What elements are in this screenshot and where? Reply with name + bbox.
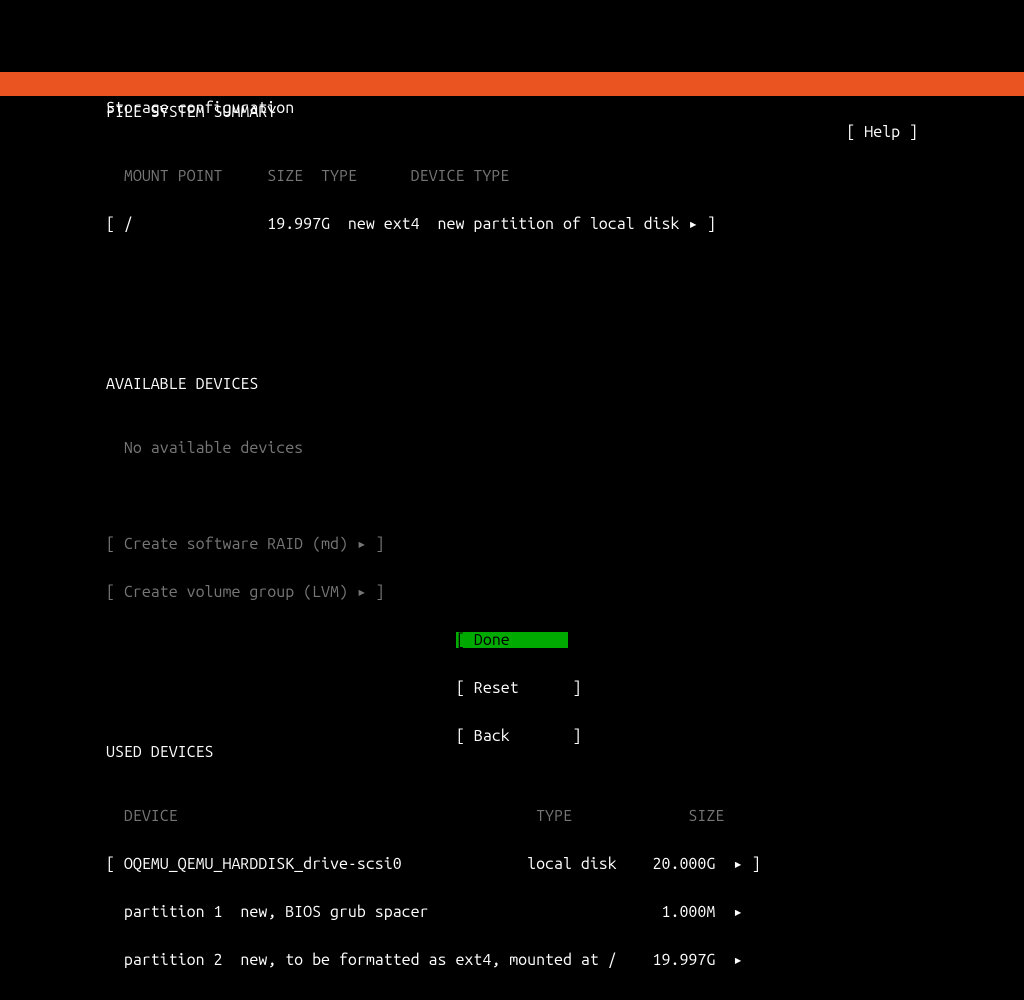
- used-header-row: DEVICE TYPE SIZE: [106, 808, 918, 824]
- available-heading: AVAILABLE DEVICES: [106, 376, 918, 392]
- col-devtype: DEVICE TYPE: [411, 167, 510, 185]
- fs-summary-header-row: MOUNT POINT SIZE TYPE DEVICE TYPE: [106, 168, 918, 184]
- create-raid-button[interactable]: [ Create software RAID (md) ▸ ]: [106, 536, 918, 552]
- done-button[interactable]: [ Done ]: [456, 632, 568, 648]
- fs-summary-heading: FILE SYSTEM SUMMARY: [106, 104, 918, 120]
- main-content: FILE SYSTEM SUMMARY MOUNT POINT SIZE TYP…: [106, 56, 918, 1000]
- col-size: SIZE: [267, 167, 303, 185]
- col-device: DEVICE: [124, 807, 178, 825]
- action-buttons: [ Done ] [ Reset ] [ Back ]: [0, 600, 1024, 760]
- col-type: TYPE: [321, 167, 357, 185]
- used-partition-2[interactable]: partition 2 new, to be formatted as ext4…: [106, 952, 918, 968]
- used-device-row[interactable]: [ OQEMU_QEMU_HARDDISK_drive-scsi0 local …: [106, 856, 918, 872]
- reset-button[interactable]: [ Reset ]: [456, 680, 568, 696]
- back-button[interactable]: [ Back ]: [456, 728, 568, 744]
- col-type: TYPE: [536, 807, 572, 825]
- fs-summary-row[interactable]: [ / 19.997G new ext4 new partition of lo…: [106, 216, 918, 232]
- col-size-used: SIZE: [688, 807, 724, 825]
- no-available-text: No available devices: [106, 440, 918, 456]
- create-lvm-button[interactable]: [ Create volume group (LVM) ▸ ]: [106, 584, 918, 600]
- used-partition-1[interactable]: partition 1 new, BIOS grub spacer 1.000M…: [106, 904, 918, 920]
- col-mount: MOUNT POINT: [124, 167, 223, 185]
